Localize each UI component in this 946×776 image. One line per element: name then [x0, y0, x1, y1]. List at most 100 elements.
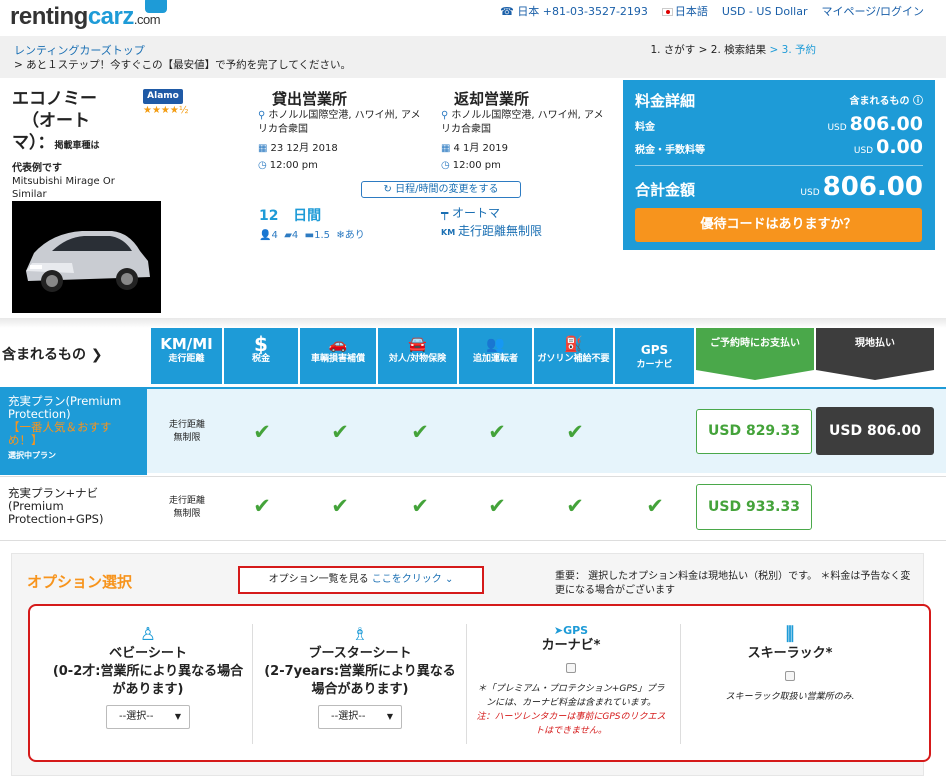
option-ski-rack: ⫼ スキーラック* スキーラック取扱い営業所のみ.	[690, 624, 890, 704]
mileage-icon: KM/MI	[160, 335, 213, 353]
pickup-time: ◷ 12:00 pm	[258, 159, 318, 173]
included-text: 含まれるもの	[849, 96, 910, 107]
feature-label: 税金	[251, 354, 270, 364]
check-icon: ✔	[566, 420, 584, 444]
row-divider	[0, 540, 946, 541]
mileage-line2: 無制限	[173, 433, 201, 443]
car-model: Mitsubishi Mirage Or Similar	[12, 176, 115, 200]
transmission: ┯ オートマ	[441, 204, 500, 221]
ac-icon: ❄	[336, 230, 345, 241]
location-pin-icon: ⚲	[258, 110, 266, 121]
luggage-icon: ▬	[304, 230, 315, 241]
breadcrumb-top-link[interactable]: レンティングカーズトップ	[14, 42, 145, 58]
option-name: ブースターシート	[308, 646, 412, 661]
transmission-text: オートマ	[452, 206, 501, 220]
total-currency: USD	[800, 188, 820, 198]
car-class: エコノミー （オート マ）：掲載車種は	[12, 88, 140, 157]
logo-bubble-icon	[145, 0, 167, 13]
info-icon: ⓘ	[913, 96, 923, 107]
dropoff-location: ⚲ ホノルル国際空港, ハワイ州, アメリカ合衆国	[441, 109, 613, 137]
phone-link[interactable]: ☎ 日本 +81-03-3527-2193	[500, 3, 648, 19]
price-title: 料金詳細	[635, 92, 696, 110]
rate-label: 料金	[635, 122, 655, 133]
section-divider	[0, 318, 946, 328]
booster-seat-select[interactable]: --選択--	[318, 705, 402, 729]
logo-accent: carz	[87, 3, 135, 30]
clock-icon: ◷	[258, 160, 267, 171]
check-icon: ✔	[566, 494, 584, 518]
ski-rack-icon: ⫼	[785, 624, 795, 645]
feature-mileage: KM/MI 走行距離	[151, 328, 222, 384]
car-class-line3: マ）：	[12, 133, 55, 153]
option-list-link[interactable]: ここをクリック	[372, 574, 442, 585]
gps-icon: ➤GPS	[553, 624, 589, 637]
logo-text: renting	[10, 3, 88, 30]
option-gps: ➤GPS カーナビ* ＊「プレミアム・プロテクション+GPS」プランには、カーナ…	[476, 624, 666, 738]
car-class-line2: （オート	[22, 111, 90, 131]
change-schedule-label: 日程/時間の変更をする	[395, 184, 499, 195]
mileage-line1: 走行距離	[168, 420, 205, 430]
option-list-text: オプション一覧を見る	[268, 574, 369, 585]
mileage-line2: 無制限	[173, 509, 201, 519]
mypage-link[interactable]: マイページ/ログイン	[822, 3, 925, 19]
pickup-time-text: 12:00 pm	[269, 160, 318, 171]
booster-seat-icon: ♗	[351, 624, 369, 645]
plan-1-name: 充実プラン(Premium Protection)	[8, 394, 122, 421]
plan-1-tag[interactable]: 充実プラン(Premium Protection) 【一番人気＆おすすめ！】 選択中…	[0, 387, 147, 475]
promo-code-button[interactable]: 優待コードはありますか？	[635, 208, 922, 242]
plan-1-highlight: 【一番人気＆おすすめ！】	[8, 420, 112, 447]
dropoff-time: ◷ 12:00 pm	[441, 159, 501, 173]
plan-1-pay-local-price[interactable]: USD 806.00	[816, 407, 934, 455]
option-sub: (0-2才:営業所により異なる場合があります)	[52, 664, 244, 697]
step-3: > 3. 予約	[769, 44, 817, 56]
ski-rack-checkbox[interactable]	[785, 671, 795, 681]
clock-icon: ◷	[441, 160, 450, 171]
feature-label: 対人/対物保険	[388, 354, 447, 364]
feature-label: カーナビ	[636, 360, 673, 370]
mileage-line1: 走行距離	[168, 496, 205, 506]
language-text: 日本語	[674, 5, 708, 18]
check-icon: ✔	[411, 420, 429, 444]
plan-1-pay-now-price[interactable]: USD 829.33	[696, 409, 812, 454]
pay-local-header: 現地払い	[816, 328, 934, 380]
gps-note: ＊「プレミアム・プロテクション+GPS」プランには、カーナビ料金は含まれています…	[477, 684, 665, 708]
option-divider	[680, 624, 681, 744]
feature-fuel: ⛽ ガソリン補給不要	[534, 328, 613, 384]
seats-value: 4	[271, 230, 278, 241]
option-list-toggle[interactable]: オプション一覧を見る ここをクリック ⌄	[238, 566, 484, 594]
option-sub: (2-7years:営業所により異なる場合があります)	[264, 664, 456, 697]
car-representative: 代表例です Mitsubishi Mirage Or Similar	[12, 162, 142, 201]
days-label: 日間	[293, 208, 322, 224]
plan-2-mileage: 走行距離 無制限	[157, 495, 217, 521]
supplier-logo: Alamo	[143, 89, 183, 104]
option-name: スキーラック*	[747, 646, 833, 661]
car-damage-icon: 🚗	[328, 335, 348, 353]
change-schedule-button[interactable]: ↻ 日程/時間の変更をする	[361, 181, 521, 198]
feature-label: 追加運転者	[472, 354, 518, 364]
site-logo[interactable]: rentingcarz.com	[10, 0, 167, 31]
row-divider	[0, 476, 946, 477]
km-icon: KM	[441, 228, 458, 237]
calendar-icon: ▦	[441, 143, 451, 154]
baby-seat-select[interactable]: --選択--	[106, 705, 190, 729]
calendar-icon: ▦	[258, 143, 268, 154]
ac-value: あり	[344, 230, 365, 241]
included-label-text: 含まれるもの	[2, 347, 86, 363]
step-1: 1. さがす	[650, 44, 696, 56]
total-value: 806.00	[822, 172, 923, 202]
options-title: オプション選択	[27, 573, 133, 591]
plan-2-pay-now-price[interactable]: USD 933.33	[696, 484, 812, 530]
currency-link[interactable]: USD - US Dollar	[722, 5, 808, 18]
drivers-icon: 👥	[486, 335, 505, 353]
check-icon: ✔	[331, 494, 349, 518]
top-links: ☎ 日本 +81-03-3527-2193 日本語 USD - US Dolla…	[500, 3, 924, 19]
pay-now-text: ご予約時にお支払い	[710, 338, 800, 349]
language-link[interactable]: 日本語	[661, 3, 708, 19]
pay-local-arrow	[816, 370, 934, 380]
gps-checkbox[interactable]	[566, 663, 576, 673]
pay-now-arrow	[696, 370, 814, 380]
car-illustration	[12, 201, 161, 313]
included-link[interactable]: 含まれるもの ⓘ	[850, 92, 923, 107]
pickup-date-text: 23 12月 2018	[270, 143, 338, 154]
plan-2-name[interactable]: 充実プラン+ナビ (Premium Protection+GPS)	[8, 487, 148, 526]
